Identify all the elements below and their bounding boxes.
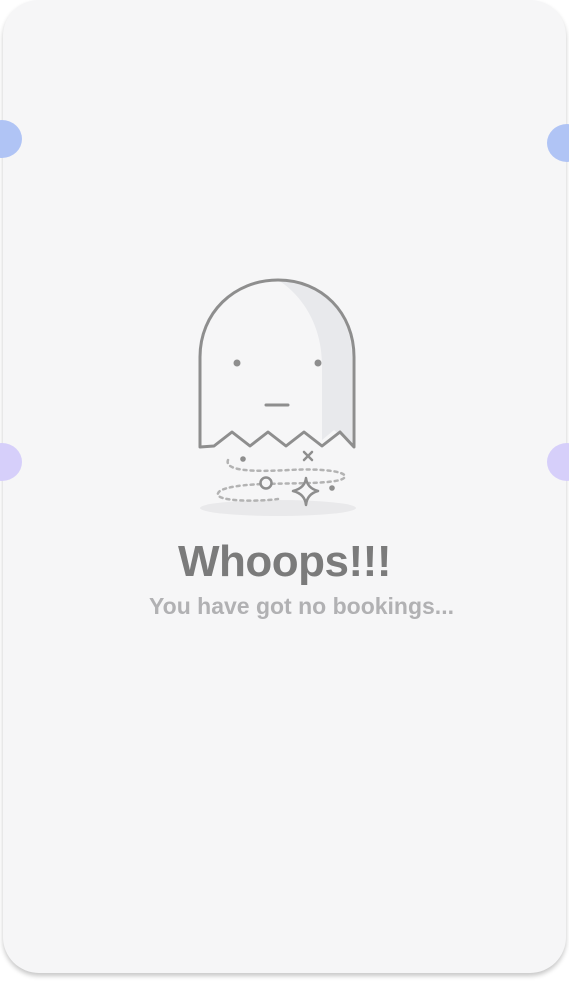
empty-state-title: Whoops!!!	[178, 537, 391, 586]
empty-state-message: You have got no bookings...	[149, 593, 454, 619]
ghost-icon	[194, 275, 364, 525]
